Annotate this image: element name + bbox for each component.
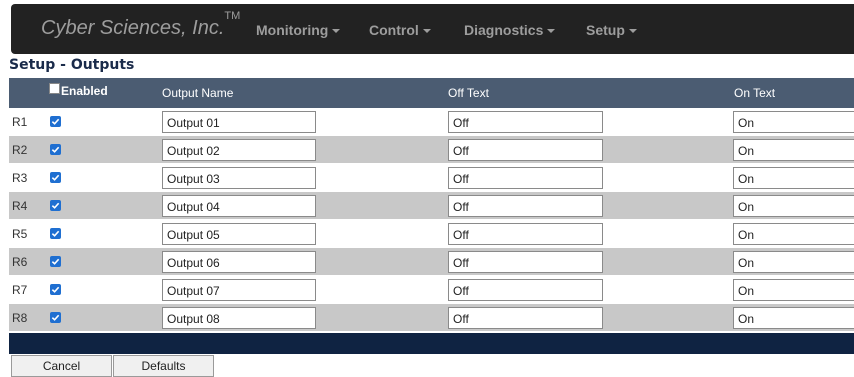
table-row: R7 Output 07 Off On <box>9 276 854 304</box>
off-text-input[interactable]: Off <box>448 279 603 301</box>
chevron-down-icon <box>332 29 341 34</box>
nav-setup-label: Setup <box>586 22 625 38</box>
output-name-input[interactable]: Output 07 <box>162 279 316 301</box>
nav-diagnostics-label: Diagnostics <box>464 22 544 38</box>
enabled-checkbox[interactable] <box>50 312 61 323</box>
header-enabled-label: Enabled <box>61 84 108 98</box>
table-row: R2 Output 02 Off On <box>9 136 854 164</box>
enabled-checkbox[interactable] <box>50 116 61 127</box>
on-text-input[interactable]: On <box>733 223 854 245</box>
chevron-down-icon <box>547 29 556 34</box>
enabled-checkbox[interactable] <box>50 284 61 295</box>
output-name-input[interactable]: Output 05 <box>162 223 316 245</box>
off-text-input[interactable]: Off <box>448 111 603 133</box>
header-off-text: Off Text <box>448 86 489 100</box>
row-label: R2 <box>12 143 28 157</box>
table-row: R3 Output 03 Off On <box>9 164 854 192</box>
on-text-input[interactable]: On <box>733 307 854 329</box>
output-name-input[interactable]: Output 02 <box>162 139 316 161</box>
header-output-name: Output Name <box>162 86 234 100</box>
output-name-input[interactable]: Output 01 <box>162 111 316 133</box>
on-text-input[interactable]: On <box>733 279 854 301</box>
nav-control-label: Control <box>369 22 419 38</box>
header-on-text: On Text <box>734 86 776 100</box>
row-label: R7 <box>12 283 28 297</box>
page-title: Setup - Outputs <box>9 57 135 73</box>
off-text-input[interactable]: Off <box>448 307 603 329</box>
row-label: R6 <box>12 255 28 269</box>
nav-diagnostics-menu[interactable]: Diagnostics <box>464 22 556 38</box>
cancel-button[interactable]: Cancel <box>11 355 112 377</box>
enabled-checkbox[interactable] <box>50 228 61 239</box>
outputs-table-body: R1 Output 01 Off On R2 Output 02 Off On … <box>9 108 854 332</box>
select-all-checkbox[interactable] <box>49 82 60 94</box>
row-label: R4 <box>12 199 28 213</box>
on-text-input[interactable]: On <box>733 111 854 133</box>
enabled-checkbox[interactable] <box>50 144 61 155</box>
off-text-input[interactable]: Off <box>448 167 603 189</box>
on-text-input[interactable]: On <box>733 139 854 161</box>
enabled-checkbox[interactable] <box>50 172 61 183</box>
table-row: R6 Output 06 Off On <box>9 248 854 276</box>
output-name-input[interactable]: Output 06 <box>162 251 316 273</box>
off-text-input[interactable]: Off <box>448 223 603 245</box>
trademark-mark: TM <box>224 10 241 23</box>
output-name-input[interactable]: Output 03 <box>162 167 316 189</box>
table-header: Enabled Output Name Off Text On Text <box>9 78 854 108</box>
enabled-checkbox[interactable] <box>50 256 61 267</box>
off-text-input[interactable]: Off <box>448 139 603 161</box>
row-label: R5 <box>12 227 28 241</box>
row-label: R1 <box>12 115 28 129</box>
enabled-checkbox[interactable] <box>50 200 61 211</box>
defaults-button[interactable]: Defaults <box>113 355 214 377</box>
top-navbar: Cyber Sciences, Inc.TM Monitoring Contro… <box>11 4 854 54</box>
off-text-input[interactable]: Off <box>448 251 603 273</box>
chevron-down-icon <box>422 29 431 34</box>
table-row: R1 Output 01 Off On <box>9 108 854 136</box>
table-row: R5 Output 05 Off On <box>9 220 854 248</box>
nav-monitoring-label: Monitoring <box>256 22 329 38</box>
brand-logo[interactable]: Cyber Sciences, Inc.TM <box>41 10 240 40</box>
off-text-input[interactable]: Off <box>448 195 603 217</box>
nav-setup-menu[interactable]: Setup <box>586 22 637 38</box>
header-enabled: Enabled <box>49 82 108 98</box>
table-row: R8 Output 08 Off On <box>9 304 854 332</box>
output-name-input[interactable]: Output 04 <box>162 195 316 217</box>
table-footer-bar <box>9 333 854 354</box>
output-name-input[interactable]: Output 08 <box>162 307 316 329</box>
on-text-input[interactable]: On <box>733 167 854 189</box>
nav-control-menu[interactable]: Control <box>369 22 431 38</box>
on-text-input[interactable]: On <box>733 195 854 217</box>
on-text-input[interactable]: On <box>733 251 854 273</box>
nav-monitoring-menu[interactable]: Monitoring <box>256 22 341 38</box>
chevron-down-icon <box>628 29 637 34</box>
row-label: R8 <box>12 311 28 325</box>
row-label: R3 <box>12 171 28 185</box>
table-row: R4 Output 04 Off On <box>9 192 854 220</box>
brand-name: Cyber Sciences, Inc. <box>41 17 225 39</box>
